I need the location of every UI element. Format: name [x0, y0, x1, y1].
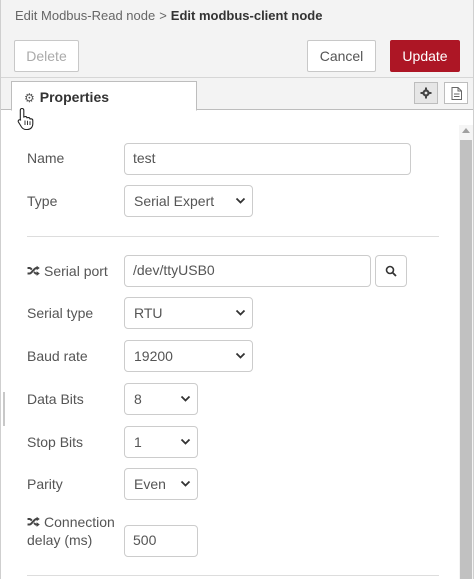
tab-description[interactable]: [444, 82, 468, 104]
section-divider: [27, 236, 439, 237]
tab-properties-label: Properties: [39, 89, 110, 105]
serial-port-row: 🔀︎ Serial port /dev/ttyUSB0: [27, 255, 457, 287]
stop-bits-label: Stop Bits: [27, 434, 84, 450]
parity-select-value: Even: [134, 476, 166, 492]
search-icon: [385, 265, 397, 277]
delete-button[interactable]: Delete: [14, 40, 79, 72]
dialog-header: Edit Modbus-Read node > Edit modbus-client…: [1, 0, 473, 78]
properties-panel: Name test Type Serial Expert 🔀︎ Serial po…: [1, 111, 459, 579]
data-bits-select-value: 8: [134, 391, 142, 407]
breadcrumb-parent-link[interactable]: Edit Modbus-Read node: [15, 8, 155, 23]
breadcrumb: Edit Modbus-Read node > Edit modbus-client…: [15, 8, 322, 23]
port-search-button[interactable]: [375, 255, 407, 287]
data-bits-label: Data Bits: [27, 391, 84, 407]
type-select-value: Serial Expert: [134, 193, 215, 209]
connection-delay-label-line2: delay (ms): [27, 532, 93, 548]
chevron-down-icon: [180, 480, 191, 487]
update-button[interactable]: Update: [390, 40, 460, 72]
connection-delay-input[interactable]: 500: [124, 525, 198, 557]
section-divider-bottom: [27, 575, 439, 576]
type-select[interactable]: Serial Expert: [124, 185, 253, 217]
type-label: Type: [27, 193, 58, 209]
edit-dialog: Edit Modbus-Read node > Edit modbus-client…: [0, 0, 474, 579]
tab-properties[interactable]: ⚙ Properties: [11, 81, 197, 111]
baud-rate-select[interactable]: 19200: [124, 340, 253, 372]
stop-bits-row: Stop Bits 1: [27, 426, 457, 458]
resize-grip[interactable]: [3, 392, 5, 426]
serial-port-label: 🔀︎ Serial port: [27, 262, 108, 281]
chevron-down-icon: [235, 197, 246, 204]
chevron-down-icon: [180, 395, 191, 402]
serial-type-select[interactable]: RTU: [124, 297, 253, 329]
scrollbar-thumb[interactable]: [460, 140, 472, 579]
connection-delay-label: 🔀︎ Connection: [27, 513, 115, 532]
baud-rate-select-value: 19200: [134, 348, 173, 364]
gear-icon: ⚙: [24, 91, 35, 105]
name-row: Name test: [27, 143, 457, 175]
stop-bits-select[interactable]: 1: [124, 426, 198, 458]
type-row: Type Serial Expert: [27, 185, 457, 217]
document-icon: [451, 86, 462, 100]
breadcrumb-separator: >: [159, 8, 167, 23]
parity-row: Parity Even: [27, 468, 457, 500]
cancel-button[interactable]: Cancel: [307, 40, 376, 72]
serial-port-input[interactable]: /dev/ttyUSB0: [124, 255, 371, 287]
parity-label: Parity: [27, 476, 63, 492]
chevron-down-icon: [235, 309, 246, 316]
tab-bar: ⚙ Properties: [1, 78, 473, 111]
name-input[interactable]: test: [124, 143, 411, 175]
stop-bits-select-value: 1: [134, 434, 142, 450]
serial-type-select-value: RTU: [134, 305, 163, 321]
shuffle-icon: 🔀︎: [27, 515, 41, 530]
data-bits-row: Data Bits 8: [27, 383, 457, 415]
baud-rate-row: Baud rate 19200: [27, 340, 457, 372]
baud-rate-label: Baud rate: [27, 348, 88, 364]
breadcrumb-current: Edit modbus-client node: [170, 8, 323, 23]
chevron-down-icon: [180, 438, 191, 445]
scroll-up-arrow-icon[interactable]: [462, 128, 470, 133]
chevron-down-icon: [235, 352, 246, 359]
shuffle-icon: 🔀︎: [27, 264, 41, 279]
connection-delay-row: 🔀︎ Connection delay (ms) 500: [27, 511, 457, 559]
data-bits-select[interactable]: 8: [124, 383, 198, 415]
connection-delay-label-line1: Connection: [44, 514, 115, 530]
tab-settings[interactable]: [414, 82, 438, 104]
serial-type-row: Serial type RTU: [27, 297, 457, 329]
parity-select[interactable]: Even: [124, 468, 198, 500]
serial-port-label-text: Serial port: [44, 263, 108, 279]
serial-type-label: Serial type: [27, 305, 94, 321]
gear-icon: [420, 87, 432, 99]
name-label: Name: [27, 150, 65, 166]
